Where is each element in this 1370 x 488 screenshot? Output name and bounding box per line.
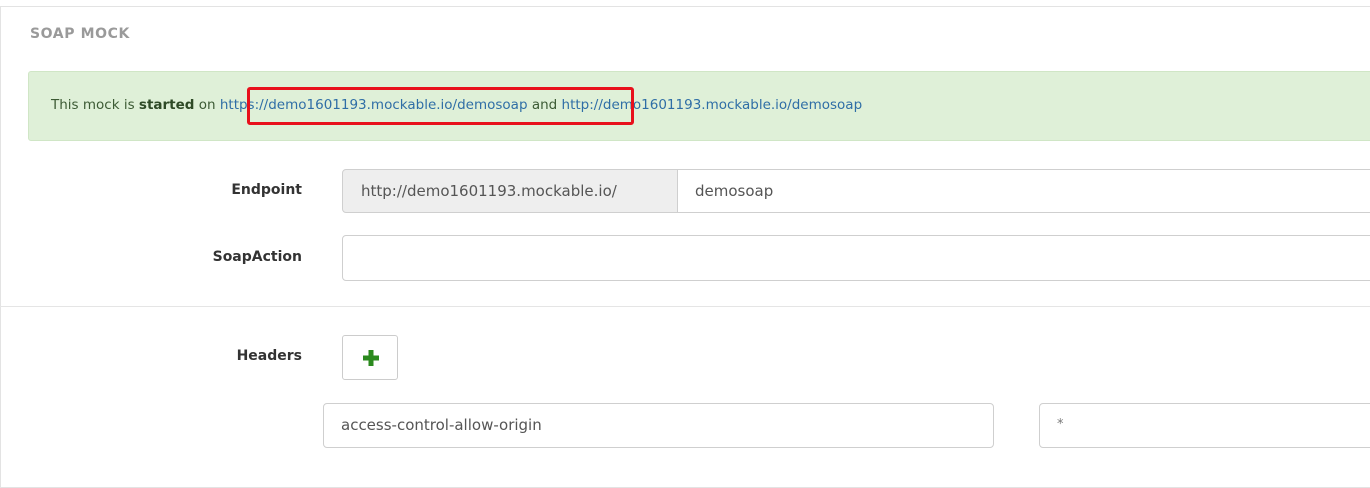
endpoint-path-input[interactable]: demosoap	[677, 169, 1370, 213]
alert-prefix: This mock is	[51, 97, 139, 113]
soapaction-input[interactable]	[342, 235, 1370, 281]
headers-label: Headers	[236, 348, 302, 364]
alert-on-text: on	[194, 97, 220, 113]
add-header-button[interactable]	[342, 335, 398, 380]
https-link-highlight	[247, 87, 634, 125]
endpoint-label: Endpoint	[231, 182, 302, 198]
section-divider	[0, 306, 1370, 307]
mock-status: started	[138, 97, 195, 113]
mock-status-alert: This mock is started on https://demo1601…	[28, 71, 1370, 141]
header-value-input[interactable]: *	[1039, 403, 1370, 448]
plus-icon	[363, 350, 379, 366]
section-title: SOAP MOCK	[30, 26, 130, 42]
header-name-input[interactable]: access-control-allow-origin	[323, 403, 994, 448]
endpoint-base-url-addon: http://demo1601193.mockable.io/	[342, 169, 678, 213]
soapaction-label: SoapAction	[212, 249, 302, 265]
